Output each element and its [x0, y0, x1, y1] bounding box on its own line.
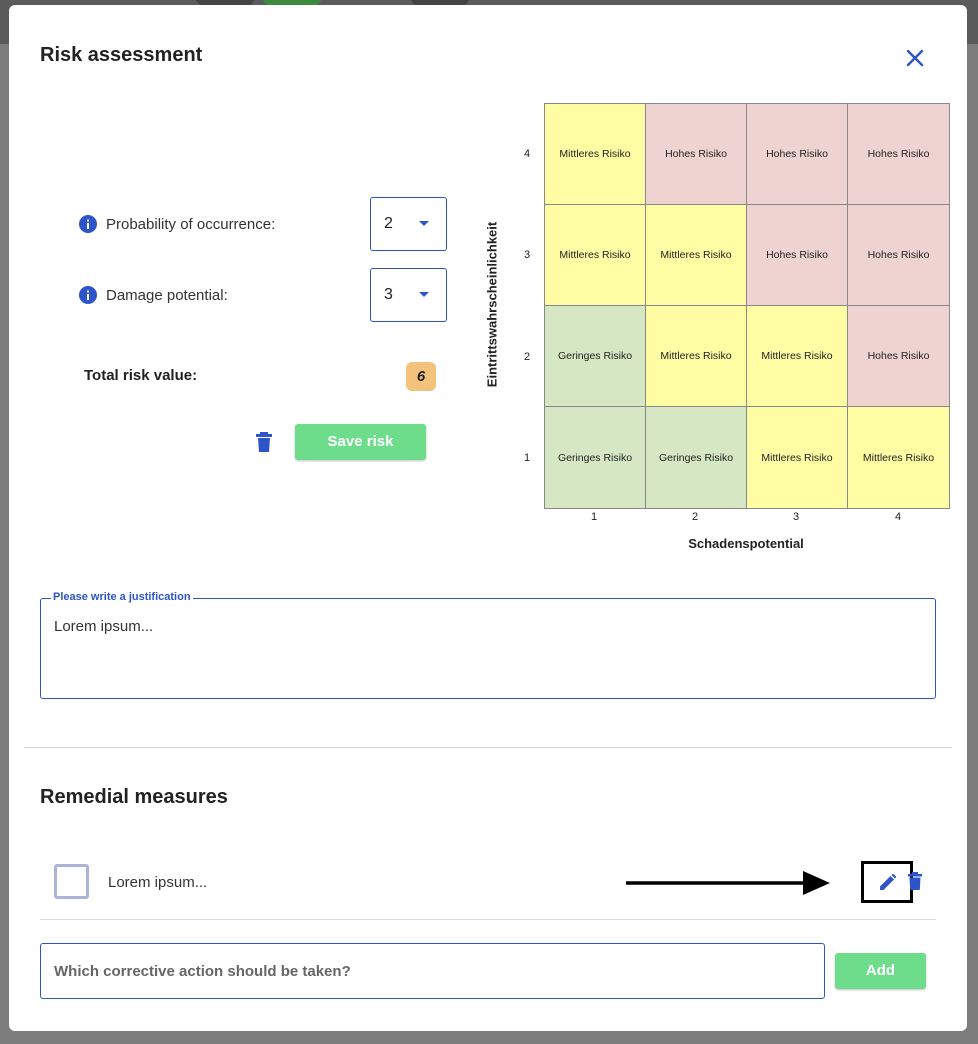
- probability-row: Probability of occurrence:: [79, 215, 275, 233]
- y-axis-label: Eintrittswahrscheinlichkeit: [484, 221, 500, 388]
- x-tick: 3: [792, 511, 800, 523]
- total-risk-label: Total risk value:: [84, 367, 198, 384]
- matrix-cell: Hohes Risiko: [646, 104, 747, 205]
- justification-legend: Please write a justification: [51, 591, 193, 603]
- matrix-cell: Mittleres Risiko: [848, 407, 949, 508]
- corrective-action-input[interactable]: [40, 943, 825, 999]
- probability-label: Probability of occurrence:: [106, 215, 276, 233]
- caret-down-icon: [419, 292, 429, 297]
- info-icon[interactable]: [79, 286, 97, 304]
- info-icon[interactable]: [79, 215, 97, 233]
- trash-icon[interactable]: [255, 432, 273, 452]
- matrix-cell: Hohes Risiko: [848, 104, 949, 205]
- modal-title: Risk assessment: [40, 44, 203, 66]
- matrix-cell: Geringes Risiko: [545, 306, 646, 407]
- damage-label: Damage potential:: [106, 286, 228, 304]
- matrix-cell: Mittleres Risiko: [545, 104, 646, 205]
- measure-text: Lorem ipsum...: [108, 874, 208, 891]
- caret-down-icon: [419, 221, 429, 226]
- matrix-cell: Mittleres Risiko: [545, 205, 646, 306]
- matrix-cell: Hohes Risiko: [747, 205, 848, 306]
- x-tick: 2: [691, 511, 699, 523]
- y-tick: 1: [523, 452, 531, 464]
- matrix-cell: Mittleres Risiko: [747, 306, 848, 407]
- y-tick: 4: [523, 148, 531, 160]
- add-button[interactable]: Add: [835, 953, 926, 989]
- remedial-measures-title: Remedial measures: [40, 786, 228, 808]
- risk-assessment-modal: Risk assessment Probability of occurrenc…: [9, 5, 967, 1031]
- matrix-cell: Geringes Risiko: [646, 407, 747, 508]
- risk-matrix: Mittleres Risiko Hohes Risiko Hohes Risi…: [544, 103, 950, 509]
- y-tick: 2: [523, 351, 531, 363]
- measure-checkbox[interactable]: [54, 864, 89, 899]
- save-risk-button[interactable]: Save risk: [295, 424, 426, 460]
- damage-row: Damage potential:: [79, 286, 228, 304]
- trash-icon[interactable]: [908, 872, 922, 890]
- matrix-cell: Mittleres Risiko: [747, 407, 848, 508]
- matrix-cell: Hohes Risiko: [848, 205, 949, 306]
- y-tick: 3: [523, 249, 531, 261]
- justification-text: Lorem ipsum...: [54, 618, 154, 635]
- probability-select[interactable]: 2: [370, 197, 447, 251]
- arrow-annotation: [626, 871, 830, 895]
- damage-value: 3: [384, 286, 393, 303]
- divider: [24, 747, 952, 748]
- matrix-cell: Hohes Risiko: [848, 306, 949, 407]
- edit-button[interactable]: [861, 861, 913, 903]
- x-axis-label: Schadenspotential: [688, 536, 804, 551]
- matrix-cell: Mittleres Risiko: [646, 306, 747, 407]
- matrix-cell: Hohes Risiko: [747, 104, 848, 205]
- pencil-icon: [880, 874, 896, 890]
- justification-field[interactable]: Please write a justification Lorem ipsum…: [40, 591, 936, 699]
- probability-value: 2: [384, 215, 393, 232]
- matrix-cell: Geringes Risiko: [545, 407, 646, 508]
- total-risk-badge: 6: [406, 362, 436, 391]
- x-tick: 1: [590, 511, 598, 523]
- matrix-cell: Mittleres Risiko: [646, 205, 747, 306]
- x-tick: 4: [894, 511, 902, 523]
- damage-select[interactable]: 3: [370, 268, 447, 322]
- close-icon[interactable]: [903, 46, 927, 70]
